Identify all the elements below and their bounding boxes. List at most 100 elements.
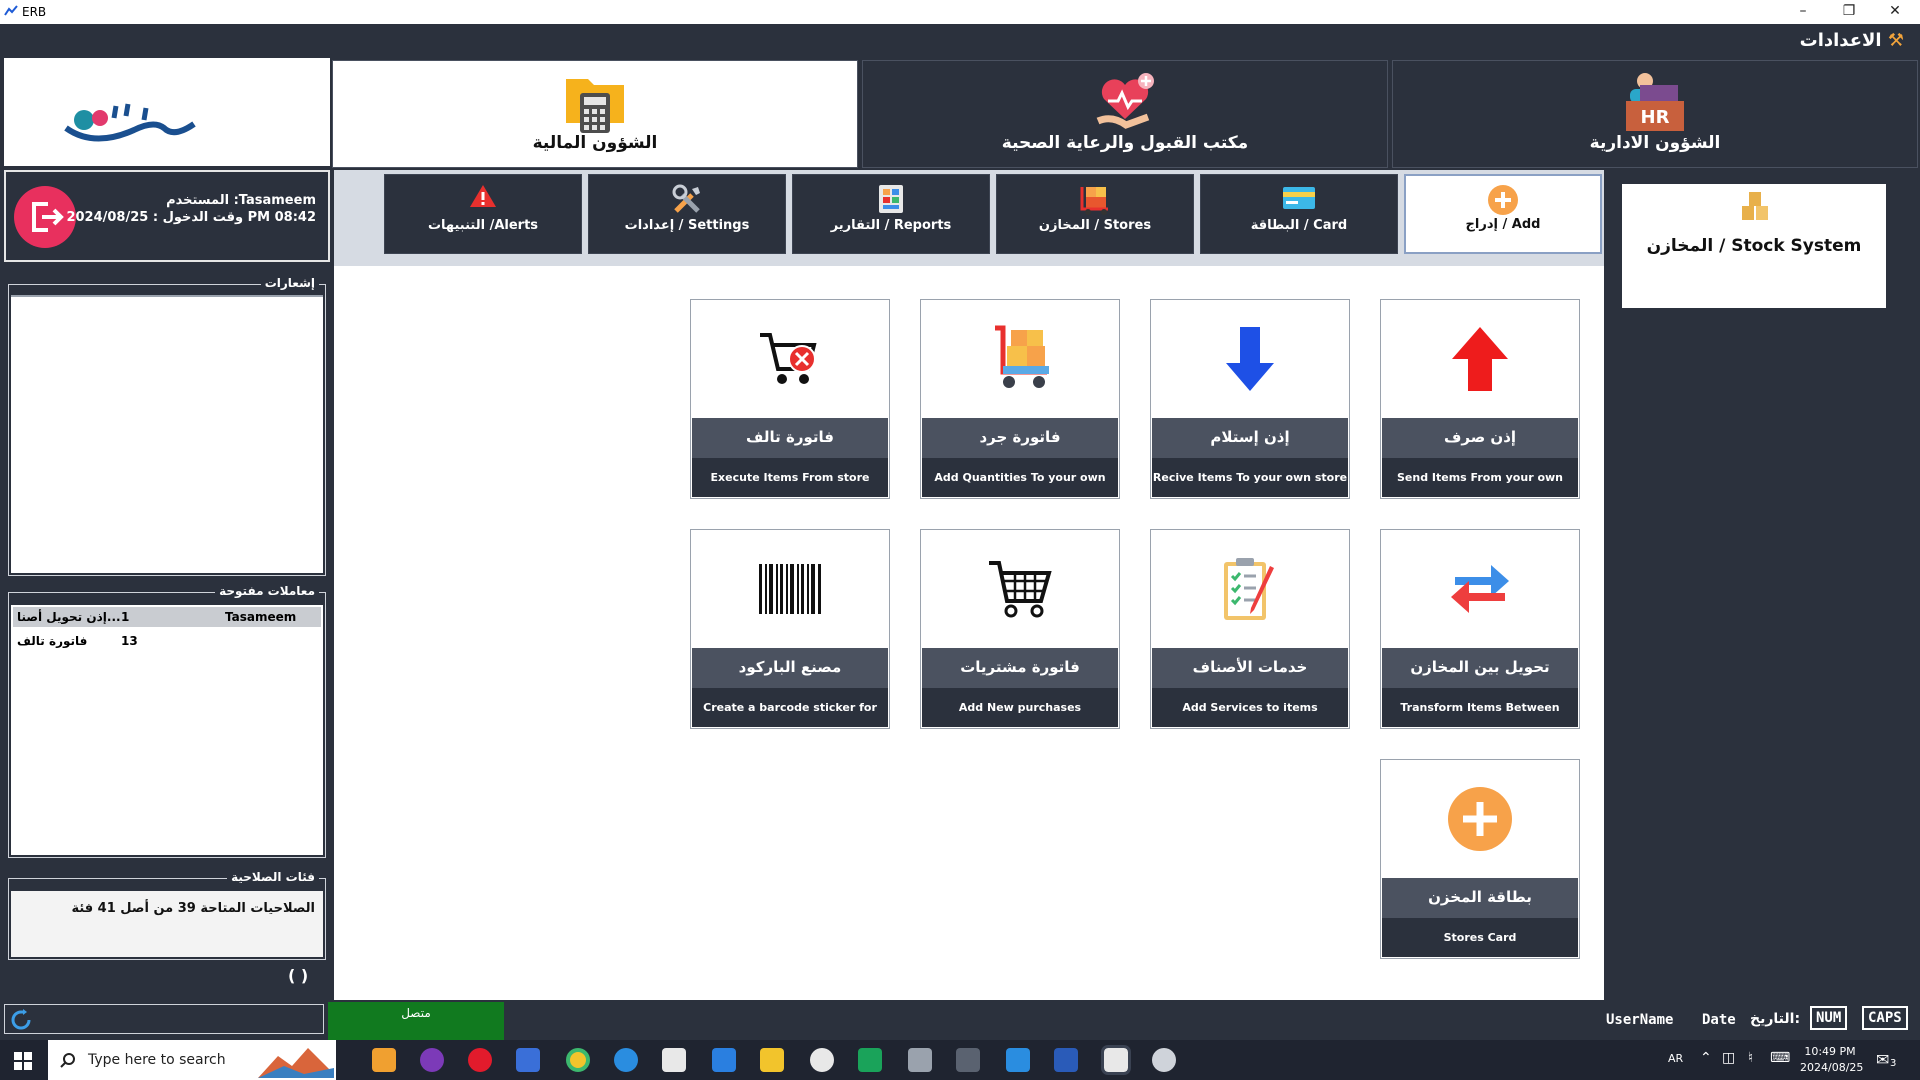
toolbar-reports[interactable]: التقارير / Reports <box>792 174 990 254</box>
shopping-cart-icon <box>989 561 1052 618</box>
taskbar-language[interactable]: AR <box>1668 1052 1683 1065</box>
app-logo-icon <box>4 5 18 16</box>
restore-button[interactable]: ❐ <box>1826 0 1872 24</box>
plus-circle-icon <box>1448 787 1512 851</box>
keyboard-icon[interactable]: ⌨ <box>1770 1050 1790 1066</box>
taskbar-erb[interactable] <box>662 1048 686 1072</box>
calculator-folder-icon <box>566 79 624 133</box>
card-title: إذن صرف <box>1382 418 1578 458</box>
card-damage-invoice[interactable]: فاتورة تالف Execute Items From store <box>690 299 890 499</box>
taskbar-chrome[interactable] <box>566 1048 590 1072</box>
module-tab-health[interactable]: مكتب القبول والرعاية الصحية <box>862 60 1388 168</box>
settings-menu[interactable]: الاعدادات ⚒ <box>1800 30 1904 51</box>
permissions-text: الصلاحيات المتاحة 39 من أصل 41 فئة <box>71 901 315 916</box>
card-title: إذن إستلام <box>1152 418 1348 458</box>
status-bar: متصل UserName Date التاريخ: NUM CAPS <box>0 1000 1920 1040</box>
toolbar-label: التقارير / Reports <box>830 218 952 233</box>
minimize-button[interactable]: – <box>1780 0 1826 24</box>
refresh-icon[interactable] <box>9 1008 33 1032</box>
search-highlight-image <box>258 1048 334 1078</box>
taskbar-app-12[interactable] <box>908 1048 932 1072</box>
card-issue-voucher[interactable]: إذن صرف Send Items From your own store <box>1380 299 1580 524</box>
tasameem-logo-icon <box>64 103 196 142</box>
toolbar-settings[interactable]: إعدادات / Settings <box>588 174 786 254</box>
taskbar-app-2[interactable] <box>420 1048 444 1072</box>
permissions-title: فئات الصلاحية <box>227 870 319 884</box>
wrench-icon: ⚒ <box>1887 30 1904 51</box>
chevron-up-icon[interactable]: ⌃ <box>1700 1050 1712 1066</box>
notifications-group: إشعارات <box>8 276 326 576</box>
checklist-icon <box>1224 558 1274 620</box>
settings-label: الاعدادات <box>1799 30 1882 51</box>
taskbar-explorer[interactable] <box>760 1048 784 1072</box>
stock-system-label: المخازن / Stock System <box>1646 236 1862 256</box>
status-date-ar: التاريخ: <box>1750 1011 1801 1027</box>
hr-icon: HR <box>1626 73 1684 131</box>
permissions-group: فئات الصلاحية الصلاحيات المتاحة 39 من أص… <box>8 870 326 960</box>
card-subtitle: Recive Items To your own store <box>1152 458 1348 497</box>
close-button[interactable]: ✕ <box>1872 0 1918 24</box>
taskbar-app-4[interactable] <box>516 1048 540 1072</box>
transaction-name: إذن تحويل أصنا... <box>17 610 121 624</box>
user-info-text: المستخدم :Tasameem وقت الدخول : 2024/08/… <box>66 192 316 226</box>
taskbar-edge[interactable] <box>614 1048 638 1072</box>
module-tab-administrative[interactable]: HR الشؤون الادارية <box>1392 60 1918 168</box>
status-date: Date <box>1702 1012 1736 1028</box>
notification-count: 3 <box>1890 1058 1897 1069</box>
open-transactions-list[interactable]: إذن تحويل أصنا... 1 Tasameem فاتورة تالف… <box>11 605 323 855</box>
toolbar-add[interactable]: إدراج / Add <box>1404 174 1602 254</box>
network-icon[interactable]: ◫ <box>1722 1050 1735 1066</box>
card-subtitle: Transform Items Between Stores <box>1382 688 1578 754</box>
user-name: المستخدم :Tasameem <box>166 193 316 208</box>
card-purchase-invoice[interactable]: فاتورة مشتريات Add New purchases <box>920 529 1120 729</box>
main-content: إذن صرف Send Items From your own store إ… <box>334 266 1604 1000</box>
card-title: فاتورة جرد <box>922 418 1118 458</box>
health-care-icon <box>1096 73 1154 129</box>
toolbar-label: إعدادات / Settings <box>624 218 750 233</box>
toolbar-label: التنبيهات /Alerts <box>427 218 539 233</box>
card-item-services[interactable]: خدمات الأصناف Add Services to items <box>1150 529 1350 729</box>
clock-date: 2024/08/25 <box>1800 1061 1864 1074</box>
taskbar-app-11[interactable] <box>858 1048 882 1072</box>
user-info-panel: المستخدم :Tasameem وقت الدخول : 2024/08/… <box>4 170 330 262</box>
taskbar-erb-active[interactable] <box>1101 1045 1131 1075</box>
stock-system-button[interactable]: المخازن / Stock System <box>1622 184 1886 308</box>
card-transfer-between-stores[interactable]: تحويل بين المخازن Transform Items Betwee… <box>1380 529 1580 754</box>
toolbar-alerts[interactable]: التنبيهات /Alerts <box>384 174 582 254</box>
taskbar-calculator[interactable] <box>956 1048 980 1072</box>
speaker-icon[interactable]: ♮ <box>1748 1050 1753 1066</box>
notifications-list[interactable] <box>11 295 323 573</box>
card-title: فاتورة مشتريات <box>922 648 1118 688</box>
transaction-user: Tasameem <box>225 610 297 624</box>
table-row[interactable]: فاتورة تالف 13 <box>13 631 321 651</box>
taskbar-opera[interactable] <box>468 1048 492 1072</box>
card-receive-voucher[interactable]: إذن إستلام Recive Items To your own stor… <box>1150 299 1350 499</box>
module-tab-finance[interactable]: الشؤون المالية <box>332 60 858 168</box>
taskbar-word[interactable] <box>1054 1048 1078 1072</box>
transaction-name: فاتورة تالف <box>17 634 88 648</box>
taskbar-search[interactable]: Type here to search <box>48 1040 336 1080</box>
card-stores-card[interactable]: بطاقة المخزن Stores Card <box>1380 759 1580 959</box>
taskbar-app-14[interactable] <box>1006 1048 1030 1072</box>
table-row[interactable]: إذن تحويل أصنا... 1 Tasameem <box>13 607 321 627</box>
card-subtitle: Add Quantities To your own store <box>922 458 1118 524</box>
status-username: UserName <box>1606 1012 1674 1028</box>
card-subtitle: Execute Items From store <box>692 458 888 497</box>
taskbar-app-10[interactable] <box>810 1048 834 1072</box>
notification-center[interactable]: ✉ 3 <box>1876 1050 1900 1070</box>
plus-circle-icon <box>1488 185 1518 215</box>
taskbar-clock[interactable]: 10:49 PM 2024/08/25 <box>1800 1044 1864 1076</box>
card-barcode-factory[interactable]: مصنع الباركود Create a barcode sticker f… <box>690 529 890 754</box>
taskbar-app-17[interactable] <box>1152 1048 1176 1072</box>
toolbar-card[interactable]: البطاقة / Card <box>1200 174 1398 254</box>
toolbar-label: المخازن / Stores <box>1038 218 1152 233</box>
taskbar-app-1[interactable] <box>372 1048 396 1072</box>
windows-start-icon[interactable] <box>14 1052 32 1070</box>
stores-toolbar: إدراج / Add البطاقة / Card المخازن / Sto… <box>334 170 1604 266</box>
card-inventory-invoice[interactable]: فاتورة جرد Add Quantities To your own st… <box>920 299 1120 524</box>
warning-icon <box>470 185 496 207</box>
caps-lock-indicator: CAPS <box>1862 1006 1908 1030</box>
transaction-number: 1 <box>121 610 130 624</box>
taskbar-mail[interactable] <box>712 1048 736 1072</box>
toolbar-stores[interactable]: المخازن / Stores <box>996 174 1194 254</box>
